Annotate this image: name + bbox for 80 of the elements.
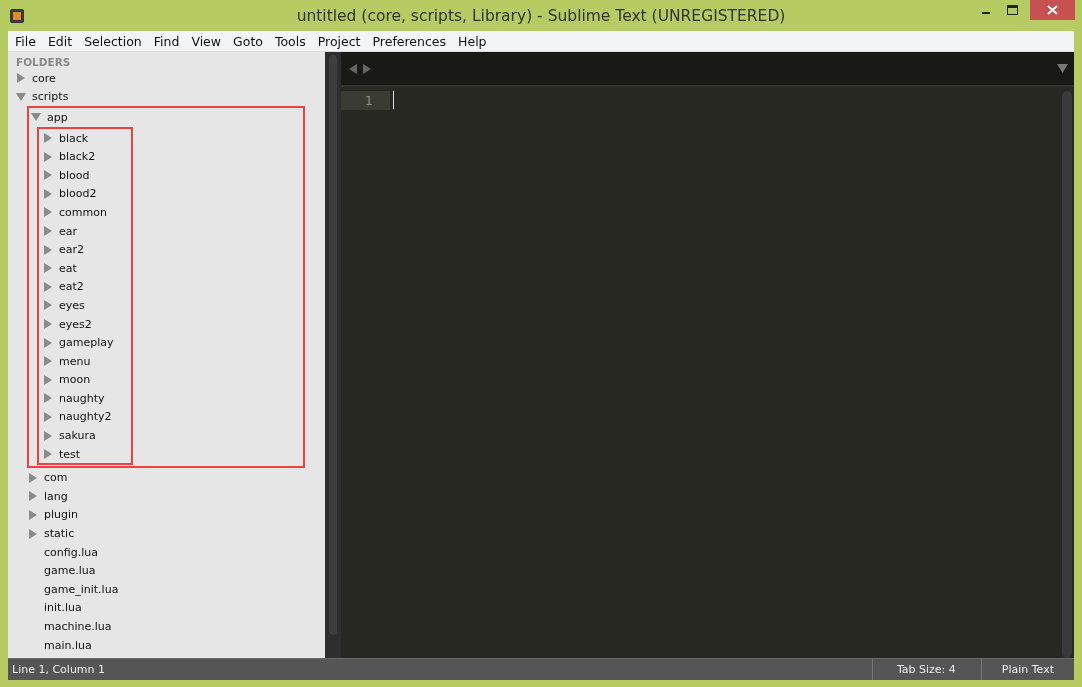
disclosure-triangle-icon[interactable] bbox=[43, 207, 53, 218]
disclosure-triangle-icon[interactable] bbox=[43, 374, 53, 385]
folder-entry[interactable]: blood2 bbox=[59, 187, 97, 201]
menubar-entry[interactable]: View bbox=[185, 33, 228, 49]
syntax-indicator[interactable]: Plain Text bbox=[980, 659, 1074, 680]
folder-entry[interactable]: ear bbox=[59, 224, 78, 238]
folder-entry[interactable]: naughty2 bbox=[59, 410, 112, 424]
disclosure-triangle-icon[interactable] bbox=[31, 112, 41, 123]
folder-entry[interactable]: black2 bbox=[59, 150, 96, 164]
text-cursor bbox=[393, 91, 394, 109]
script-entry[interactable]: game.lua bbox=[44, 564, 96, 578]
folder-entry[interactable]: eat bbox=[59, 261, 77, 275]
disclosure-triangle-icon[interactable] bbox=[43, 319, 53, 329]
scrollbar[interactable] bbox=[325, 52, 341, 658]
menubar-entry[interactable]: Preferences bbox=[366, 33, 453, 49]
dropdown-icon[interactable] bbox=[1057, 64, 1068, 73]
folder-entry[interactable]: app bbox=[47, 111, 68, 124]
status-text: Line 1, Column 1 bbox=[11, 663, 107, 676]
folder-entry[interactable]: blood bbox=[59, 168, 90, 182]
folder-entry[interactable]: com bbox=[44, 471, 68, 485]
app-icon bbox=[10, 8, 24, 23]
folder-entry[interactable]: menu bbox=[59, 354, 91, 368]
sidebar-heading: FOLDERS bbox=[15, 55, 72, 69]
folder-entry[interactable]: common bbox=[59, 205, 107, 219]
disclosure-triangle-icon[interactable] bbox=[43, 151, 53, 162]
folder-entry[interactable]: black bbox=[59, 131, 89, 145]
disclosure-triangle-icon[interactable] bbox=[43, 337, 53, 348]
menubar-entry[interactable]: Selection bbox=[78, 33, 148, 49]
tab-scroll-left-icon[interactable] bbox=[349, 63, 358, 74]
disclosure-triangle-icon[interactable] bbox=[16, 73, 26, 84]
disclosure-triangle-icon[interactable] bbox=[28, 491, 38, 502]
disclosure-triangle-icon[interactable] bbox=[43, 300, 53, 311]
disclosure-triangle-icon[interactable] bbox=[28, 528, 38, 539]
folder-entry[interactable]: scripts bbox=[32, 90, 69, 104]
folder-entry[interactable]: gameplay bbox=[59, 336, 114, 350]
script-entry[interactable]: machine.lua bbox=[44, 620, 112, 633]
folder-entry[interactable]: eyes2 bbox=[59, 317, 92, 331]
line-number: 1 bbox=[341, 91, 390, 110]
folder-entry[interactable]: moon bbox=[59, 373, 91, 387]
folder-entry[interactable]: eat2 bbox=[59, 280, 84, 294]
window-title: untitled (core, scripts, Library) - Sublime Text (UNREGISTERED) bbox=[295, 6, 787, 25]
disclosure-triangle-icon[interactable] bbox=[28, 472, 38, 483]
menubar-entry[interactable]: Help bbox=[452, 33, 493, 49]
disclosure-triangle-icon[interactable] bbox=[43, 430, 53, 441]
script-entry[interactable]: main.lua bbox=[44, 638, 92, 652]
folder-entry[interactable]: test bbox=[59, 447, 81, 461]
script-entry[interactable]: init.lua bbox=[44, 601, 82, 615]
menubar-entry[interactable]: Tools bbox=[268, 33, 312, 49]
menubar-entry[interactable]: File bbox=[9, 33, 42, 49]
folder-entry[interactable]: core bbox=[32, 71, 56, 85]
disclosure-triangle-icon[interactable] bbox=[16, 91, 26, 102]
folder-entry[interactable]: sakura bbox=[59, 429, 96, 443]
folder-entry[interactable]: lang bbox=[44, 489, 68, 503]
close-button[interactable] bbox=[1030, 0, 1075, 20]
scrollbar[interactable] bbox=[1062, 91, 1072, 658]
script-entry[interactable]: config.lua bbox=[44, 545, 98, 559]
folder-entry[interactable]: ear2 bbox=[59, 243, 85, 257]
disclosure-triangle-icon[interactable] bbox=[43, 263, 53, 274]
folder-entry[interactable]: static bbox=[44, 527, 75, 541]
folder-entry[interactable]: eyes bbox=[59, 298, 85, 312]
disclosure-triangle-icon[interactable] bbox=[43, 356, 53, 367]
disclosure-triangle-icon[interactable] bbox=[43, 449, 53, 460]
disclosure-triangle-icon[interactable] bbox=[43, 393, 53, 404]
menubar-entry[interactable]: Project bbox=[311, 33, 367, 49]
script-entry[interactable]: game_init.lua bbox=[44, 582, 119, 596]
disclosure-triangle-icon[interactable] bbox=[43, 133, 53, 144]
menubar-entry[interactable]: Edit bbox=[41, 33, 79, 49]
disclosure-triangle-icon[interactable] bbox=[43, 281, 53, 292]
disclosure-triangle-icon[interactable] bbox=[43, 170, 53, 181]
disclosure-triangle-icon[interactable] bbox=[28, 509, 38, 520]
disclosure-triangle-icon[interactable] bbox=[43, 226, 53, 237]
disclosure-triangle-icon[interactable] bbox=[43, 412, 53, 422]
disclosure-triangle-icon[interactable] bbox=[43, 244, 53, 255]
folder-entry[interactable]: plugin bbox=[44, 508, 79, 522]
folder-entry[interactable]: naughty bbox=[59, 391, 105, 405]
menubar-entry[interactable]: Find bbox=[147, 33, 186, 49]
disclosure-triangle-icon[interactable] bbox=[43, 188, 53, 199]
menubar-entry[interactable]: Goto bbox=[227, 33, 269, 49]
tab-size-indicator[interactable]: Tab Size: 4 bbox=[871, 659, 981, 680]
tab-scroll-right-icon[interactable] bbox=[362, 63, 371, 74]
